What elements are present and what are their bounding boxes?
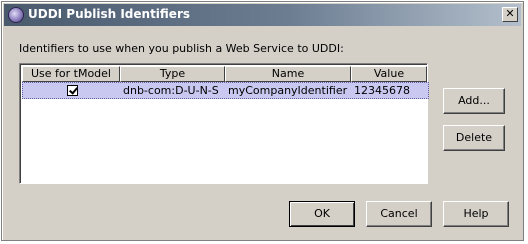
table-header: Use for tModel Type Name Value <box>22 66 427 82</box>
column-header-use-for-tmodel[interactable]: Use for tModel <box>22 66 120 82</box>
help-button[interactable]: Help <box>443 201 509 227</box>
name-cell: myCompanyIdentifier <box>228 84 348 97</box>
ok-button[interactable]: OK <box>289 201 355 227</box>
instruction-label: Identifiers to use when you publish a We… <box>19 42 344 55</box>
checkbox-checked-icon[interactable] <box>66 85 78 96</box>
use-for-tmodel-cell <box>23 83 121 98</box>
close-icon[interactable]: ✕ <box>502 7 518 22</box>
column-header-value[interactable]: Value <box>351 66 427 82</box>
title-bar[interactable]: UDDI Publish Identifiers ✕ <box>4 4 521 26</box>
type-cell: dnb-com:D-U-N-S <box>123 84 219 97</box>
column-header-name[interactable]: Name <box>225 66 351 82</box>
add-button[interactable]: Add... <box>443 88 505 114</box>
column-header-type[interactable]: Type <box>120 66 225 82</box>
window-title: UDDI Publish Identifiers <box>28 7 191 21</box>
value-cell: 12345678 <box>354 84 410 97</box>
uddi-globe-icon <box>8 7 24 23</box>
table-row[interactable]: dnb-com:D-U-N-S myCompanyIdentifier 1234… <box>22 82 429 99</box>
identifiers-table[interactable]: Use for tModel Type Name Value dnb-com:D… <box>19 63 429 184</box>
uddi-publish-identifiers-dialog: UDDI Publish Identifiers ✕ Identifiers t… <box>1 1 524 241</box>
delete-button[interactable]: Delete <box>443 125 505 151</box>
cancel-button[interactable]: Cancel <box>366 201 432 227</box>
